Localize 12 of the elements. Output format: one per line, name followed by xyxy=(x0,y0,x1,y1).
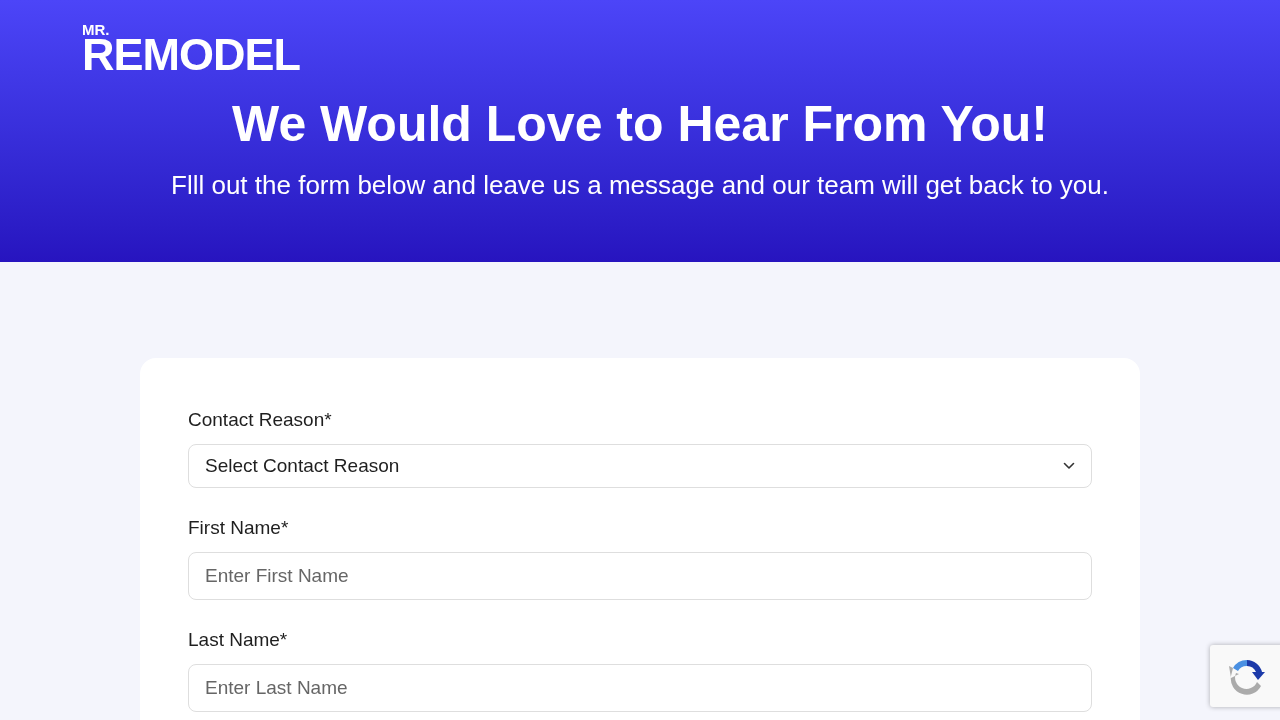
field-label: Last Name* xyxy=(188,628,289,652)
chevron-down-icon xyxy=(1063,462,1075,470)
field-label: First Name* xyxy=(188,516,290,540)
input-field[interactable]: Enter First Name xyxy=(188,552,1092,600)
logo-prefix[interactable]: MR. xyxy=(82,22,110,37)
page-title: We Would Love to Hear From You! xyxy=(231,95,1049,154)
input-field[interactable]: Enter Last Name xyxy=(188,664,1092,712)
logo-wordmark[interactable]: REMODEL xyxy=(82,37,300,73)
recaptcha-badge[interactable] xyxy=(1210,645,1280,707)
field-label: Contact Reason* xyxy=(188,408,333,432)
contact-reason-select[interactable]: Select Contact Reason xyxy=(188,444,1092,488)
page-subtitle: Flll out the form below and leave us a message and our team will get back to you. xyxy=(170,169,1110,202)
